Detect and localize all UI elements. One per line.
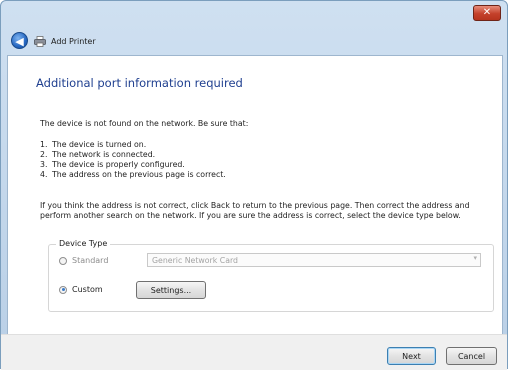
standard-radio-option[interactable]: Standard: [59, 256, 108, 265]
list-item-number: 2.: [40, 150, 48, 159]
custom-radio-option[interactable]: Custom: [59, 285, 103, 294]
list-item-text: The device is properly configured.: [52, 160, 185, 169]
settings-button[interactable]: Settings...: [136, 281, 206, 299]
device-type-legend: Device Type: [56, 239, 111, 248]
title-bar: ✕: [1, 1, 507, 27]
checklist: 1. The device is turned on. 2. The netwo…: [40, 140, 226, 180]
intro-text: The device is not found on the network. …: [40, 119, 249, 128]
list-item-number: 3.: [40, 160, 48, 169]
close-button[interactable]: ✕: [473, 5, 501, 21]
list-item-number: 4.: [40, 170, 48, 179]
custom-radio[interactable]: [59, 285, 67, 294]
wizard-footer: Next Cancel: [1, 334, 507, 370]
close-icon: ✕: [482, 7, 492, 18]
standard-device-select[interactable]: Generic Network Card ▾: [147, 253, 481, 267]
back-arrow-icon: ◀: [15, 35, 24, 48]
list-item-text: The network is connected.: [52, 150, 156, 159]
standard-device-select-value: Generic Network Card: [152, 256, 238, 265]
printer-icon: [34, 36, 46, 47]
next-button[interactable]: Next: [387, 347, 436, 365]
instructions-text: If you think the address is not correct,…: [40, 201, 470, 220]
list-item: 2. The network is connected.: [40, 150, 226, 160]
list-item-number: 1.: [40, 140, 48, 149]
device-type-group: Device Type Standard Generic Network Car…: [48, 239, 494, 312]
list-item: 3. The device is properly configured.: [40, 160, 226, 170]
custom-radio-label: Custom: [72, 285, 103, 294]
list-item: 4. The address on the previous page is c…: [40, 170, 226, 180]
add-printer-window: ✕ ◀ Add Printer Additional port informat…: [0, 0, 508, 370]
window-title: Add Printer: [51, 37, 96, 46]
wizard-content: Additional port information required The…: [7, 55, 503, 335]
list-item-text: The address on the previous page is corr…: [52, 170, 226, 179]
chevron-down-icon: ▾: [473, 254, 477, 262]
back-button[interactable]: ◀: [11, 32, 28, 49]
list-item-text: The device is turned on.: [52, 140, 147, 149]
cancel-button[interactable]: Cancel: [446, 347, 497, 365]
list-item: 1. The device is turned on.: [40, 140, 226, 150]
standard-radio[interactable]: [59, 256, 67, 265]
navigation-bar: ◀ Add Printer: [1, 27, 507, 55]
page-heading: Additional port information required: [36, 76, 243, 90]
standard-radio-label: Standard: [72, 256, 109, 265]
